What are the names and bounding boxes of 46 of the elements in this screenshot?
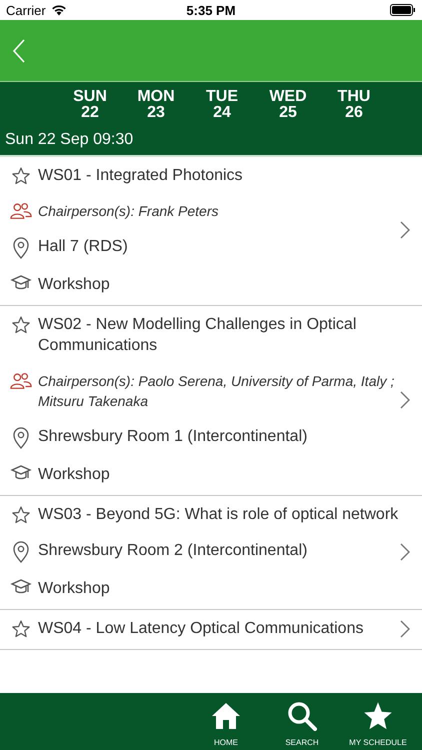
session-title: WS01 - Integrated Photonics (38, 166, 243, 186)
session-title: WS04 - Low Latency Optical Communications (38, 619, 364, 639)
tab-button[interactable]: MY SCHEDULE (340, 693, 416, 750)
session-type: Workshop (38, 275, 110, 295)
session-title: WS02 - New Modelling Challenges in Optical Communications (38, 315, 358, 356)
tab-button[interactable]: HOME (188, 693, 264, 750)
day-tab[interactable]: THU 26 (321, 89, 387, 121)
day-tab[interactable]: WED 25 (255, 89, 321, 121)
graduation-cap-icon (10, 275, 32, 291)
chevron-right-icon (400, 221, 410, 239)
chevron-right-icon (400, 620, 410, 638)
graduation-cap-icon (10, 465, 32, 481)
people-icon (10, 372, 32, 390)
chairperson-text: Chairperson(s): Frank Peters (38, 202, 219, 221)
venue-text: Shrewsbury Room 1 (Intercontinental) (38, 427, 308, 447)
session-title: WS03 - Beyond 5G: What is role of optical network (38, 505, 398, 525)
clock-time: 5:35 PM (185, 2, 237, 18)
star-icon (363, 700, 393, 730)
session-item[interactable]: WS04 - Low Latency Optical Communications (0, 610, 422, 650)
chairperson-text: Chairperson(s): Paolo Serena, University of Parma, Italy ; Mitsuru Takenaka (38, 372, 396, 411)
star-icon[interactable] (10, 505, 32, 525)
back-icon[interactable] (12, 38, 26, 64)
home-icon (211, 700, 241, 730)
time-slot: Sun 22 Sep 09:30 (0, 121, 422, 149)
chevron-right-icon (400, 542, 410, 560)
search-icon (287, 700, 317, 730)
star-icon[interactable] (10, 619, 32, 639)
star-icon[interactable] (10, 315, 32, 335)
session-type: Workshop (38, 465, 110, 485)
venue-text: Shrewsbury Room 2 (Intercontinental) (38, 541, 308, 561)
carrier-text: Carrier (6, 2, 46, 18)
day-tab[interactable]: MON 23 (123, 89, 189, 121)
session-item[interactable]: WS02 - New Modelling Challenges in Optical Communications Chairperson(s): Paolo Serena, University of Parma, Italy ; Mitsuru Takenaka Shrewsbury Room 1 (Intercontinental) Workshop (0, 306, 422, 496)
session-type: Workshop (38, 579, 110, 599)
wifi-icon (50, 4, 67, 16)
battery-icon (390, 4, 416, 16)
tab-button[interactable]: SEARCH (264, 693, 340, 750)
session-item[interactable]: WS01 - Integrated Photonics Chairperson(s): Frank Peters Hall 7 (RDS) Workshop (0, 157, 422, 306)
venue-text: Hall 7 (RDS) (38, 237, 128, 257)
graduation-cap-icon (10, 579, 32, 595)
star-icon[interactable] (10, 166, 32, 186)
session-item[interactable]: WS03 - Beyond 5G: What is role of optical network Shrewsbury Room 2 (Intercontinental) Workshop (0, 496, 422, 610)
people-icon (10, 202, 32, 220)
day-tab[interactable]: SUN 22 (57, 89, 123, 121)
day-tab[interactable]: TUE 24 (189, 89, 255, 121)
chevron-right-icon (400, 390, 410, 408)
